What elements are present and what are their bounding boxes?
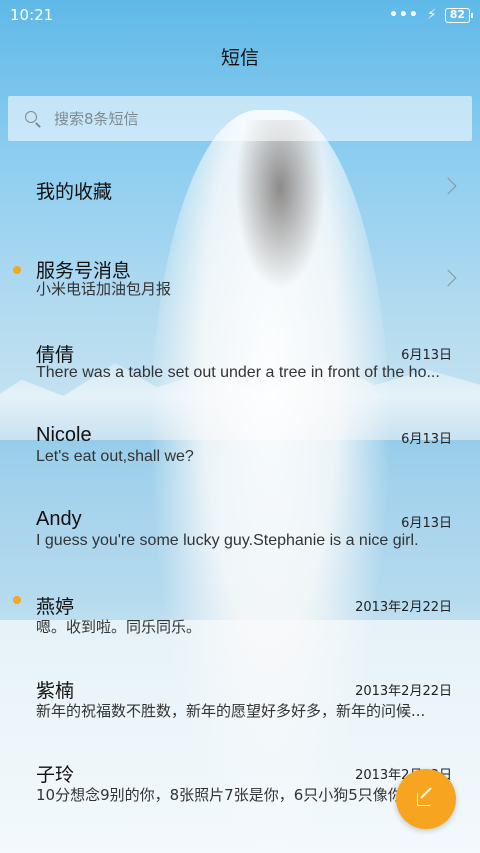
unread-dot-icon [13, 266, 21, 274]
battery-icon: 82 [444, 7, 474, 23]
list-item[interactable]: 燕婷 2013年2月22日 嗯。收到啦。同乐同乐。 [0, 570, 480, 654]
search-icon [24, 110, 42, 128]
search-bar[interactable] [8, 96, 472, 141]
search-input[interactable] [54, 109, 434, 128]
list-item-snippet: Let's eat out,shall we? [36, 448, 194, 465]
list-item-snippet: There was a table set out under a tree i… [36, 364, 440, 381]
list-item-snippet: I guess you're some lucky guy.Stephanie … [36, 532, 419, 549]
list-item-service-messages[interactable]: 服务号消息 小米电话加油包月报 [0, 234, 480, 318]
list-item-snippet: 小米电话加油包月报 [36, 280, 172, 298]
compose-icon [417, 787, 435, 808]
list-item-favorites[interactable]: 我的收藏 [0, 150, 480, 234]
page-title: 短信 [220, 46, 259, 69]
list-item-snippet: 嗯。收到啦。同乐同乐。 [36, 618, 202, 636]
list-item-name: 燕婷 [36, 596, 75, 618]
signal-dots-icon: ••• [388, 7, 419, 23]
unread-dot-icon [13, 596, 21, 604]
list-item[interactable]: 紫楠 2013年2月22日 新年的祝福数不胜数，新年的愿望好多好多，新年的问候.… [0, 654, 480, 738]
status-time: 10:21 [10, 6, 54, 24]
list-item-date: 6月13日 [401, 348, 452, 363]
list-item-date: 2013年2月22日 [355, 600, 452, 615]
chevron-right-icon [439, 177, 457, 195]
list-item-name: Nicole [36, 424, 92, 446]
list-item[interactable]: 倩倩 6月13日 There was a table set out under… [0, 318, 480, 402]
conversation-list: 我的收藏 服务号消息 小米电话加油包月报 倩倩 6月13日 There was … [0, 150, 480, 822]
list-item[interactable]: Nicole 6月13日 Let's eat out,shall we? [0, 402, 480, 486]
list-item-name: 倩倩 [36, 344, 75, 366]
list-item-snippet: 新年的祝福数不胜数，新年的愿望好多好多，新年的问候... [36, 702, 426, 720]
chevron-right-icon [439, 269, 457, 287]
list-item-snippet: 10分想念9别的你，8张照片7张是你，6只小狗5只像你... [36, 786, 418, 804]
list-item-name: Andy [36, 508, 82, 530]
list-item-date: 6月13日 [401, 516, 452, 531]
status-bar: 10:21 ••• ⚡ 82 [0, 0, 480, 30]
list-item-date: 2013年2月22日 [355, 684, 452, 699]
list-item-name: 我的收藏 [36, 181, 113, 203]
list-item-date: 6月13日 [401, 432, 452, 447]
list-item[interactable]: Andy 6月13日 I guess you're some lucky guy… [0, 486, 480, 570]
compose-button[interactable] [396, 769, 456, 829]
bolt-icon: ⚡ [426, 7, 437, 23]
list-item-name: 紫楠 [36, 680, 75, 702]
list-item-name: 子玲 [36, 764, 75, 786]
